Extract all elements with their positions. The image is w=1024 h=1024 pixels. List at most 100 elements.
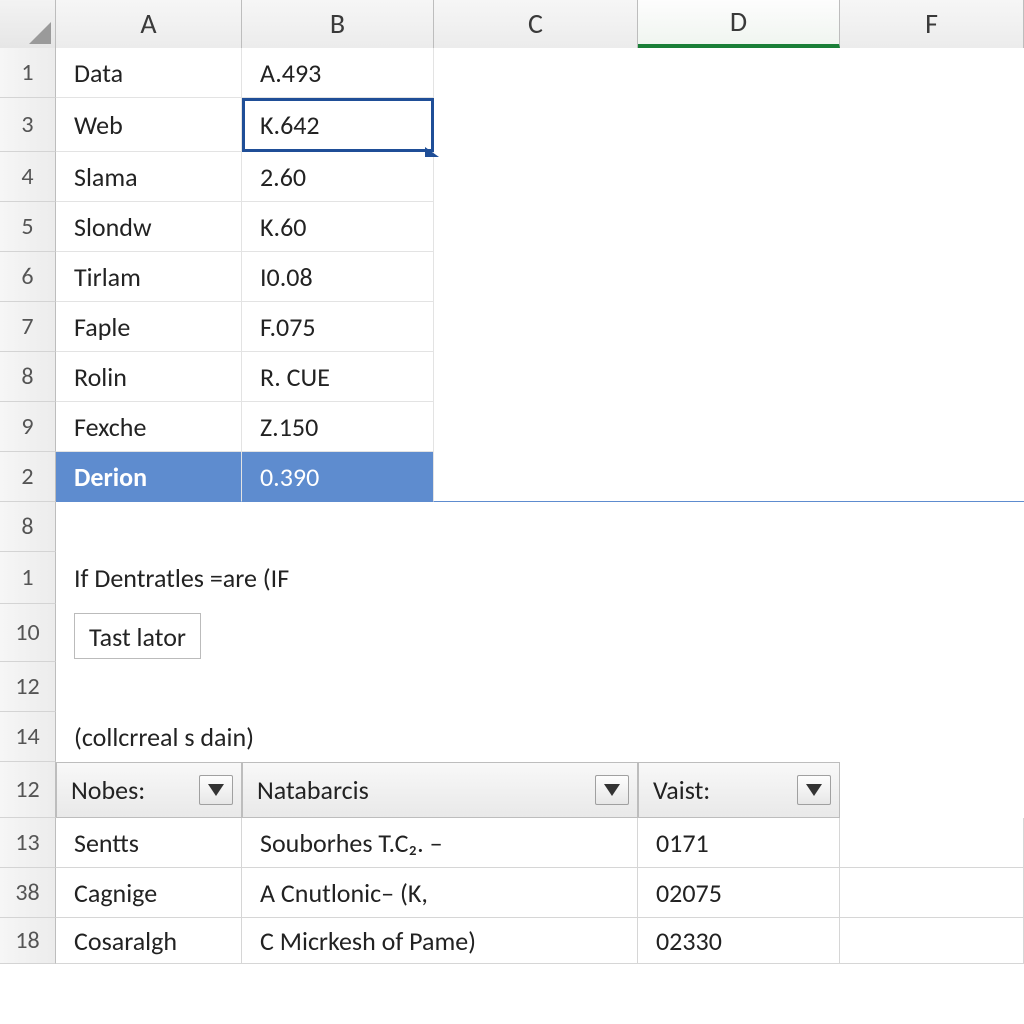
cell[interactable]: C Micrkesh of Pame) xyxy=(242,918,638,964)
row-header[interactable]: 13 xyxy=(0,818,56,868)
cell[interactable] xyxy=(638,452,840,502)
cell[interactable]: Data xyxy=(56,48,242,98)
cell[interactable] xyxy=(840,98,1024,152)
filter-dropdown-button[interactable] xyxy=(797,775,831,805)
cell[interactable] xyxy=(840,502,1024,552)
cell[interactable] xyxy=(434,48,638,98)
row-header[interactable]: 12 xyxy=(0,662,56,712)
filter-dropdown-button[interactable] xyxy=(199,775,233,805)
cell[interactable]: Cagnige xyxy=(56,868,242,918)
cell[interactable] xyxy=(638,352,840,402)
cell[interactable]: Slama xyxy=(56,152,242,202)
cell[interactable]: F.075 xyxy=(242,302,434,352)
cell[interactable] xyxy=(56,662,1024,712)
cell[interactable] xyxy=(434,152,638,202)
cell[interactable]: 0171 xyxy=(638,818,840,868)
row-header[interactable]: 1 xyxy=(0,48,56,98)
cell[interactable]: Tirlam xyxy=(56,252,242,302)
cell[interactable] xyxy=(840,818,1024,868)
cell[interactable]: Derion xyxy=(56,452,242,502)
cell[interactable] xyxy=(638,502,840,552)
cell[interactable] xyxy=(840,202,1024,252)
caption-text[interactable]: (collcrreal s dain) xyxy=(56,712,1024,762)
row-header[interactable]: 38 xyxy=(0,868,56,918)
cell[interactable] xyxy=(434,302,638,352)
cell[interactable]: I0.08 xyxy=(242,252,434,302)
row-header[interactable]: 5 xyxy=(0,202,56,252)
cell[interactable]: A Cnutlonic– (K, xyxy=(242,868,638,918)
grid-row: 7 Faple F.075 xyxy=(0,302,1024,352)
filter-row: 13 Sentts Souborhes T.C₂. – 0171 xyxy=(0,818,1024,868)
cell[interactable] xyxy=(840,48,1024,98)
cell[interactable] xyxy=(638,48,840,98)
cell[interactable] xyxy=(840,918,1024,964)
col-header-b[interactable]: B xyxy=(242,0,434,48)
cell[interactable]: 0.390 xyxy=(242,452,434,502)
filter-header-natabarcis[interactable]: Natabarcis xyxy=(242,762,638,818)
filter-header-nobes[interactable]: Nobes: xyxy=(56,762,242,818)
cell[interactable]: Sentts xyxy=(56,818,242,868)
row-header[interactable]: 3 xyxy=(0,98,56,152)
cell[interactable] xyxy=(840,868,1024,918)
cell[interactable]: Slondw xyxy=(56,202,242,252)
cell[interactable]: Fexche xyxy=(56,402,242,452)
cell[interactable] xyxy=(434,452,638,502)
cell[interactable]: 2.60 xyxy=(242,152,434,202)
cell[interactable]: K.60 xyxy=(242,202,434,252)
cell[interactable]: Web xyxy=(56,98,242,152)
row-header[interactable]: 14 xyxy=(0,712,56,762)
cell[interactable]: K.642 xyxy=(242,98,434,152)
cell[interactable]: Rolin xyxy=(56,352,242,402)
cell[interactable] xyxy=(840,152,1024,202)
cell[interactable] xyxy=(840,252,1024,302)
cell[interactable]: Z.150 xyxy=(242,402,434,452)
cell[interactable] xyxy=(434,352,638,402)
cell[interactable] xyxy=(434,502,638,552)
col-header-f[interactable]: F xyxy=(840,0,1024,48)
cell[interactable]: Faple xyxy=(56,302,242,352)
row-header[interactable]: 10 xyxy=(0,604,56,662)
cell[interactable] xyxy=(638,98,840,152)
tast-lator-button[interactable]: Tast lator xyxy=(74,613,201,659)
row-header[interactable]: 2 xyxy=(0,452,56,502)
cell[interactable] xyxy=(242,502,434,552)
row-header[interactable]: 8 xyxy=(0,502,56,552)
cell[interactable] xyxy=(638,302,840,352)
cell[interactable] xyxy=(840,402,1024,452)
row-header[interactable]: 12 xyxy=(0,762,56,818)
formula-text[interactable]: If Dentratles =are (IF xyxy=(56,552,1024,604)
cell[interactable] xyxy=(840,352,1024,402)
cell[interactable] xyxy=(434,402,638,452)
col-header-d[interactable]: D xyxy=(638,0,840,48)
row-header[interactable]: 6 xyxy=(0,252,56,302)
cell[interactable] xyxy=(638,252,840,302)
row-header[interactable]: 4 xyxy=(0,152,56,202)
col-header-a[interactable]: A xyxy=(56,0,242,48)
cell[interactable] xyxy=(434,252,638,302)
row-header[interactable]: 18 xyxy=(0,918,56,964)
select-all-corner[interactable] xyxy=(0,0,56,48)
grid-row: 14 (collcrreal s dain) xyxy=(0,712,1024,762)
row-header[interactable]: 8 xyxy=(0,352,56,402)
cell[interactable]: Souborhes T.C₂. – xyxy=(242,818,638,868)
cell[interactable]: 02330 xyxy=(638,918,840,964)
cell[interactable] xyxy=(56,502,242,552)
cell[interactable] xyxy=(638,202,840,252)
cell[interactable] xyxy=(434,98,638,152)
cell[interactable] xyxy=(638,152,840,202)
cell[interactable]: Cosaralgh xyxy=(56,918,242,964)
row-header[interactable]: 9 xyxy=(0,402,56,452)
cell[interactable]: R. CUE xyxy=(242,352,434,402)
col-header-c[interactable]: C xyxy=(434,0,638,48)
cell[interactable] xyxy=(840,762,1024,818)
cell[interactable] xyxy=(434,202,638,252)
filter-header-vaist[interactable]: Vaist: xyxy=(638,762,840,818)
cell[interactable]: 02075 xyxy=(638,868,840,918)
cell[interactable] xyxy=(638,402,840,452)
cell[interactable]: A.493 xyxy=(242,48,434,98)
row-header[interactable]: 7 xyxy=(0,302,56,352)
filter-dropdown-button[interactable] xyxy=(595,775,629,805)
cell[interactable] xyxy=(840,452,1024,502)
cell[interactable] xyxy=(840,302,1024,352)
row-header[interactable]: 1 xyxy=(0,552,56,604)
